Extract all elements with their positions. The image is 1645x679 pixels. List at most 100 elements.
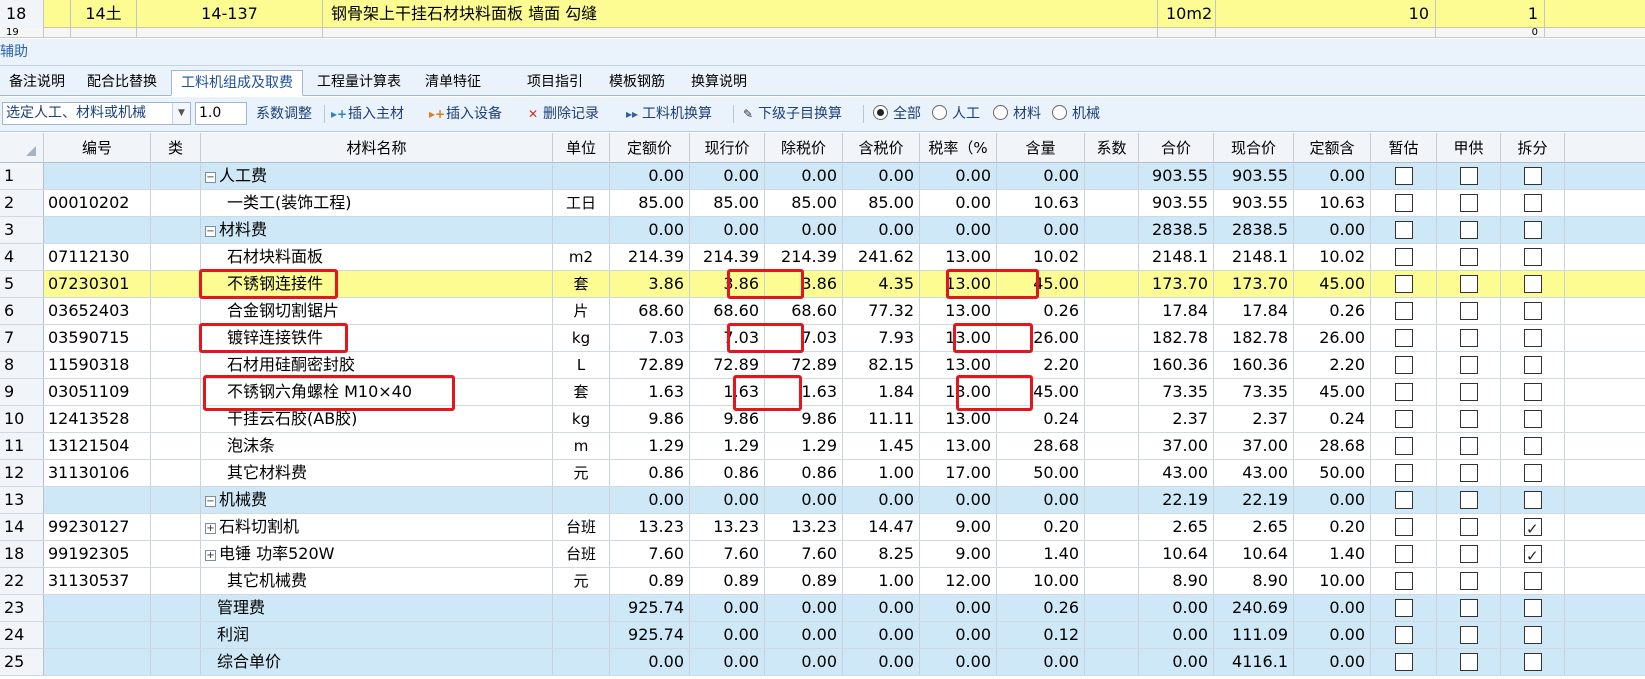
provisional-checkbox[interactable]	[1395, 167, 1413, 185]
quota-content-cell[interactable]: 0.00	[1294, 487, 1371, 513]
quota-price-cell[interactable]: 214.39	[610, 244, 690, 270]
coefficient-cell[interactable]	[1085, 649, 1139, 675]
row-number[interactable]: 14	[0, 514, 44, 540]
provisional-checkbox[interactable]	[1395, 248, 1413, 266]
current-total-cell[interactable]: 903.55	[1214, 163, 1294, 189]
split-checkbox[interactable]	[1524, 626, 1542, 644]
table-row[interactable]: 18 99192305 + 电锤 功率520W 台班 7.60 7.60 7.60 8.25 9.…	[0, 541, 1645, 568]
row-number[interactable]: 10	[0, 406, 44, 432]
material-name-cell[interactable]: − 材料费	[201, 217, 553, 243]
table-row[interactable]: 23 管理费 925.74 0.00 0.00 0.00 0.00 0.26 0.00 240.6…	[0, 595, 1645, 622]
owner-supplied-checkbox[interactable]	[1460, 410, 1478, 428]
code-cell[interactable]	[44, 595, 151, 621]
sub-item-convert-button[interactable]: ✎ 下级子目换算	[741, 103, 842, 125]
split-cell[interactable]	[1501, 298, 1565, 324]
coefficient-cell[interactable]	[1085, 298, 1139, 324]
owner-supplied-checkbox[interactable]	[1460, 572, 1478, 590]
column-header[interactable]: 系数	[1085, 133, 1139, 163]
taxed-price-cell[interactable]: 4.35	[843, 271, 920, 297]
current-total-cell[interactable]: 4116.1	[1214, 649, 1294, 675]
column-header[interactable]: 单位	[553, 133, 610, 163]
taxed-price-cell[interactable]: 0.00	[843, 595, 920, 621]
current-total-cell[interactable]: 73.35	[1214, 379, 1294, 405]
total-cell[interactable]: 0.00	[1139, 595, 1214, 621]
provisional-checkbox[interactable]	[1395, 653, 1413, 671]
unit-cell[interactable]	[553, 649, 610, 675]
type-cell[interactable]	[151, 460, 201, 486]
row-number[interactable]: 13	[0, 487, 44, 513]
material-name-cell[interactable]: 其它材料费	[201, 460, 553, 486]
filter-labor-radio[interactable]	[932, 105, 947, 120]
row-number[interactable]: 5	[0, 271, 44, 297]
tax-rate-cell[interactable]: 0.00	[920, 217, 997, 243]
provisional-cell[interactable]	[1371, 460, 1437, 486]
quantity-cell[interactable]: 0.00	[997, 487, 1085, 513]
provisional-cell[interactable]	[1371, 433, 1437, 459]
split-checkbox[interactable]	[1524, 599, 1542, 617]
provisional-checkbox[interactable]	[1395, 356, 1413, 374]
coefficient-cell[interactable]	[1085, 163, 1139, 189]
current-total-cell[interactable]: 111.09	[1214, 622, 1294, 648]
total-cell[interactable]: 10.64	[1139, 541, 1214, 567]
code-cell[interactable]: 99230127	[44, 514, 151, 540]
quota-price-cell[interactable]: 0.86	[610, 460, 690, 486]
coefficient-cell[interactable]	[1085, 217, 1139, 243]
owner-supplied-checkbox[interactable]	[1460, 545, 1478, 563]
split-cell[interactable]	[1501, 406, 1565, 432]
quota-price-cell[interactable]: 925.74	[610, 595, 690, 621]
column-header[interactable]: 税率（%	[920, 133, 997, 163]
quota-content-cell[interactable]: 45.00	[1294, 379, 1371, 405]
material-name-cell[interactable]: 利润	[201, 622, 553, 648]
row-number[interactable]: 2	[0, 190, 44, 216]
current-total-cell[interactable]: 37.00	[1214, 433, 1294, 459]
split-checkbox[interactable]	[1524, 543, 1542, 567]
provisional-cell[interactable]	[1371, 568, 1437, 594]
unit-cell[interactable]	[553, 163, 610, 189]
column-header[interactable]: 材料名称	[201, 133, 553, 163]
quantity-cell[interactable]: 0.20	[997, 514, 1085, 540]
provisional-cell[interactable]	[1371, 190, 1437, 216]
pretax-price-cell[interactable]: 0.89	[765, 568, 843, 594]
coefficient-cell[interactable]	[1085, 406, 1139, 432]
owner-supplied-checkbox[interactable]	[1460, 302, 1478, 320]
taxed-price-cell[interactable]: 1.00	[843, 460, 920, 486]
owner-supplied-checkbox[interactable]	[1460, 248, 1478, 266]
next-item-row[interactable]: 19 0	[0, 28, 1645, 38]
material-name-cell[interactable]: 综合单价	[201, 649, 553, 675]
provisional-checkbox[interactable]	[1395, 383, 1413, 401]
quota-price-cell[interactable]: 85.00	[610, 190, 690, 216]
type-cell[interactable]	[151, 298, 201, 324]
current-total-cell[interactable]: 2.37	[1214, 406, 1294, 432]
unit-cell[interactable]: L	[553, 352, 610, 378]
resource-type-select[interactable]: 选定人工、材料或机械 ▼	[2, 102, 191, 125]
unit-cell[interactable]: m2	[553, 244, 610, 270]
coefficient-cell[interactable]	[1085, 379, 1139, 405]
total-cell[interactable]: 73.35	[1139, 379, 1214, 405]
coefficient-cell[interactable]	[1085, 271, 1139, 297]
tab-mix-replace[interactable]: 配合比替换	[78, 70, 166, 96]
quota-price-cell[interactable]: 9.86	[610, 406, 690, 432]
owner-supplied-checkbox[interactable]	[1460, 275, 1478, 293]
current-price-cell[interactable]: 85.00	[690, 190, 765, 216]
unit-cell[interactable]: kg	[553, 325, 610, 351]
owner-supplied-checkbox[interactable]	[1460, 599, 1478, 617]
pretax-price-cell[interactable]: 0.00	[765, 163, 843, 189]
owner-supplied-cell[interactable]	[1437, 649, 1501, 675]
unit-cell[interactable]	[553, 217, 610, 243]
tax-rate-cell[interactable]: 0.00	[920, 163, 997, 189]
tax-rate-cell[interactable]: 13.00	[920, 433, 997, 459]
code-cell[interactable]: 03652403	[44, 298, 151, 324]
provisional-checkbox[interactable]	[1395, 221, 1413, 239]
table-row[interactable]: 12 31130106 其它材料费元 0.86 0.86 0.86 1.00 17.00 50.…	[0, 460, 1645, 487]
taxed-price-cell[interactable]: 85.00	[843, 190, 920, 216]
total-cell[interactable]: 43.00	[1139, 460, 1214, 486]
column-header[interactable]: 含量	[997, 133, 1085, 163]
code-cell[interactable]: 99192305	[44, 541, 151, 567]
pretax-price-cell[interactable]: 7.60	[765, 541, 843, 567]
quantity-cell[interactable]: 0.00	[997, 163, 1085, 189]
tax-rate-cell[interactable]: 0.00	[920, 487, 997, 513]
split-cell[interactable]	[1501, 325, 1565, 351]
current-total-cell[interactable]: 173.70	[1214, 271, 1294, 297]
material-name-cell[interactable]: − 人工费	[201, 163, 553, 189]
row-number[interactable]: 23	[0, 595, 44, 621]
